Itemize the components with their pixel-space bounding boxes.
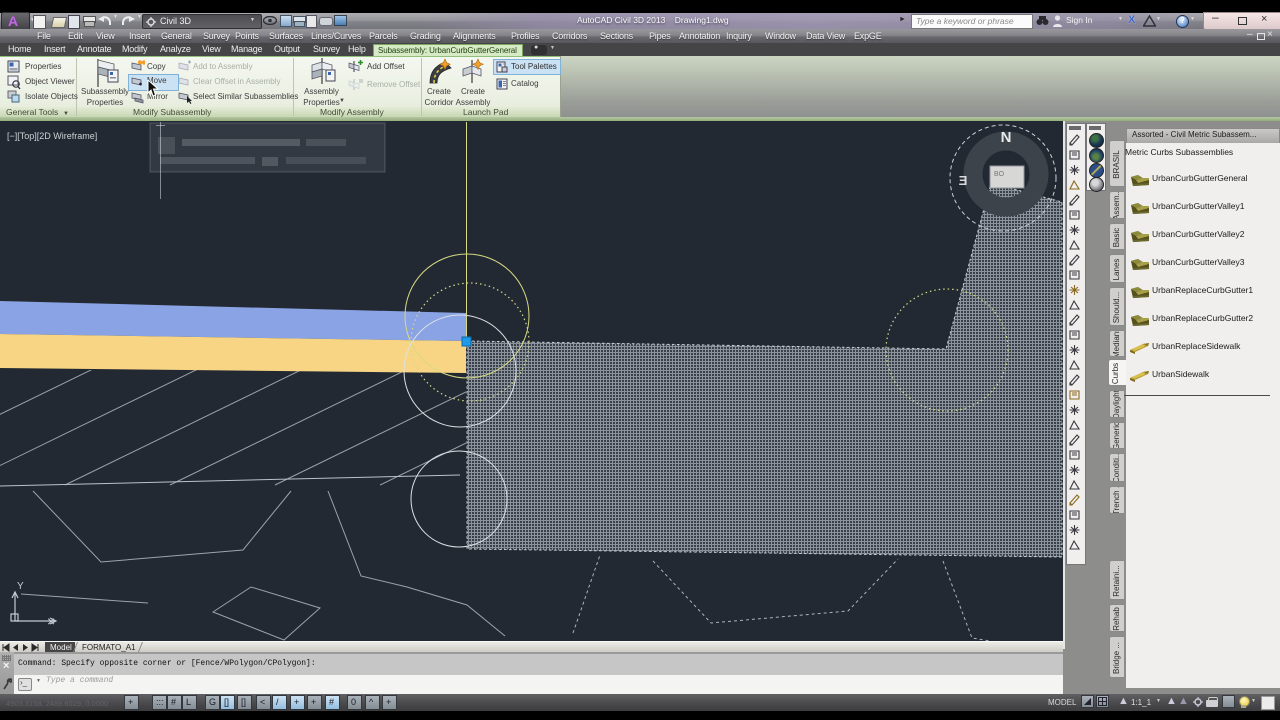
svg-text:E: E <box>958 173 967 188</box>
svg-text:BO: BO <box>994 171 1005 178</box>
svg-text:N: N <box>1001 129 1012 146</box>
svg-text:×: × <box>47 613 55 629</box>
svg-text:[−][Top][2D Wireframe]: [−][Top][2D Wireframe] <box>7 131 97 141</box>
svg-text:Y: Y <box>17 581 24 592</box>
